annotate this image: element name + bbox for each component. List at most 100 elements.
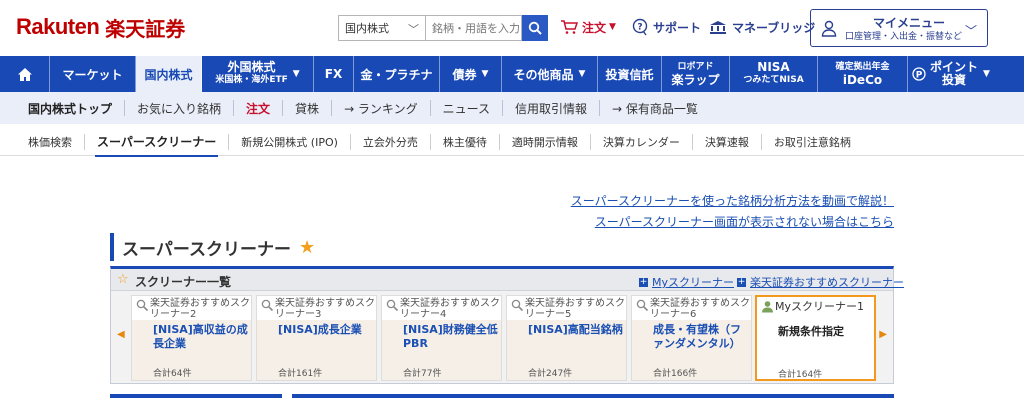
plus-icon: + bbox=[737, 276, 746, 287]
scroll-right-arrow-icon[interactable]: ▶ bbox=[879, 329, 887, 340]
support-link[interactable]: ? サポート bbox=[631, 16, 701, 38]
caret-down-icon: ▼ bbox=[983, 69, 990, 79]
search-category-select[interactable]: 国内株式 ﹀ bbox=[338, 15, 426, 41]
card-subtitle: 楽天証券おすすめスクリーナー2 bbox=[150, 298, 250, 320]
panel-title: スクリーナー一覧 bbox=[135, 275, 232, 289]
svg-text:?: ? bbox=[637, 23, 642, 33]
nav-gold-platinum[interactable]: 金・プラチナ bbox=[354, 56, 440, 92]
my-menu-subtitle: 口座管理・入出金・振替など bbox=[845, 32, 963, 42]
nav-fx-label: FX bbox=[324, 67, 343, 81]
nav-nisa-label: NISA bbox=[757, 60, 790, 74]
caret-down-icon: ▼ bbox=[609, 22, 616, 32]
screener-card[interactable]: 楽天証券おすすめスクリーナー3 [NISA]成長企業 合計161件 bbox=[256, 295, 377, 381]
subnav-margin-info[interactable]: 信用取引情報 bbox=[503, 100, 600, 116]
nav-other-products[interactable]: その他商品 ▼ bbox=[502, 56, 598, 92]
nav-robo-label: 楽ラップ bbox=[671, 73, 720, 87]
scroll-left-arrow-icon[interactable]: ◀ bbox=[117, 329, 125, 340]
support-icon: ? bbox=[631, 18, 649, 36]
magnifier-icon bbox=[511, 299, 524, 312]
rakuten-logo[interactable]: Rakuten 楽天証券 bbox=[16, 12, 185, 42]
nav-market[interactable]: マーケット bbox=[50, 56, 136, 92]
my-screener-link-label: Myスクリーナー bbox=[652, 276, 735, 289]
card-count: 合計247件 bbox=[528, 369, 573, 379]
svg-text:P: P bbox=[916, 71, 923, 81]
subnav-order[interactable]: 注文 bbox=[234, 100, 284, 116]
subnav-favorites[interactable]: お気に入り銘柄 bbox=[125, 100, 235, 116]
nav-point-sub: 投資 bbox=[942, 73, 967, 87]
subnav-lending[interactable]: 貸株 bbox=[283, 100, 333, 116]
star-outline-icon: ☆ bbox=[117, 272, 129, 287]
my-screener-card[interactable]: Myスクリーナー1 新規条件指定 合計164件 bbox=[755, 295, 876, 381]
card-subtitle: Myスクリーナー1 bbox=[775, 300, 864, 313]
card-count: 合計166件 bbox=[653, 369, 698, 379]
nav-market-label: マーケット bbox=[62, 67, 123, 82]
tab-earnings-calendar[interactable]: 決算カレンダー bbox=[591, 133, 693, 150]
card-subtitle: 楽天証券おすすめスクリーナー3 bbox=[275, 298, 375, 320]
tab-super-screener[interactable]: スーパースクリーナー bbox=[85, 133, 230, 157]
tab-ipo[interactable]: 新規公開株式 (IPO) bbox=[229, 133, 351, 150]
section-divider bbox=[292, 394, 894, 398]
tertiary-nav: 株価検索 スーパースクリーナー 新規公開株式 (IPO) 立会外分売 株主優待 … bbox=[0, 128, 1024, 157]
subnav-news[interactable]: ニュース bbox=[431, 100, 503, 116]
nav-ideco[interactable]: 確定拠出年金 iDeCo bbox=[818, 56, 908, 92]
chevron-down-icon: ﹀ bbox=[408, 23, 419, 36]
card-title: [NISA]財務健全低PBR bbox=[403, 323, 498, 350]
order-link[interactable]: 注文 ▼ bbox=[560, 16, 616, 38]
global-nav: マーケット 国内株式 外国株式 米国株・海外ETF ▼ FX 金・プラチナ 債券 ▼… bbox=[0, 56, 1024, 92]
card-subtitle: 楽天証券おすすめスクリーナー4 bbox=[400, 298, 500, 320]
bank-icon bbox=[708, 19, 728, 35]
nav-home[interactable] bbox=[0, 56, 50, 92]
user-icon bbox=[821, 20, 839, 41]
logo-text-jp: 楽天証券 bbox=[105, 16, 186, 41]
recommended-screener-link[interactable]: + 楽天証券おすすめスクリーナー bbox=[737, 274, 904, 290]
sub-nav: 国内株式トップ お気に入り銘柄 注文 貸株 → ランキング ニュース 信用取引情… bbox=[0, 92, 1024, 124]
nav-foreign-stocks-sub: 米国株・海外ETF bbox=[215, 75, 288, 85]
tab-off-auction[interactable]: 立会外分売 bbox=[351, 133, 431, 150]
display-help-link[interactable]: スーパースクリーナー画面が表示されない場合はこちら bbox=[595, 213, 894, 230]
cart-icon bbox=[560, 19, 578, 35]
screener-card[interactable]: 楽天証券おすすめスクリーナー5 [NISA]高配当銘柄 合計247件 bbox=[506, 295, 627, 381]
screener-card[interactable]: 楽天証券おすすめスクリーナー6 成長・有望株（ファンダメンタル） 合計166件 bbox=[631, 295, 752, 381]
nav-bonds-label: 債券 bbox=[452, 67, 477, 82]
my-screener-link[interactable]: + Myスクリーナー bbox=[639, 274, 734, 290]
video-guide-link[interactable]: スーパースクリーナーを使った銘柄分析方法を動画で解説！ bbox=[571, 192, 894, 209]
screener-card[interactable]: 楽天証券おすすめスクリーナー4 [NISA]財務健全低PBR 合計77件 bbox=[381, 295, 502, 381]
nav-point-investment[interactable]: P ポイント 投資 ▼ bbox=[908, 56, 994, 92]
nav-foreign-stocks[interactable]: 外国株式 米国株・海外ETF ▼ bbox=[202, 56, 314, 92]
nav-nisa[interactable]: NISA つみたてNISA bbox=[730, 56, 818, 92]
screener-list-panel: ☆ スクリーナー一覧 + Myスクリーナー + 楽天証券おすすめスクリーナー ◀… bbox=[110, 266, 904, 384]
nav-mutual-funds[interactable]: 投資信託 bbox=[598, 56, 662, 92]
magnifier-icon bbox=[636, 299, 649, 312]
star-icon[interactable]: ★ bbox=[299, 237, 315, 258]
nav-fx[interactable]: FX bbox=[314, 56, 354, 92]
nav-mutual-funds-label: 投資信託 bbox=[605, 67, 654, 82]
nav-robo-advisor[interactable]: ロボアド 楽ラップ bbox=[662, 56, 730, 92]
my-menu-button[interactable]: マイメニュー 口座管理・入出金・振替など ﹀ bbox=[810, 9, 988, 47]
nav-nisa-sub: つみたてNISA bbox=[743, 75, 804, 85]
tab-shareholder-benefits[interactable]: 株主優待 bbox=[431, 133, 500, 150]
card-title: [NISA]高配当銘柄 bbox=[528, 323, 623, 336]
moneybridge-link[interactable]: マネーブリッジ bbox=[708, 16, 815, 38]
plus-icon: + bbox=[639, 276, 648, 287]
tab-stock-search[interactable]: 株価検索 bbox=[0, 133, 85, 150]
nav-domestic-stocks-label: 国内株式 bbox=[144, 67, 193, 82]
top-header: Rakuten 楽天証券 国内株式 ﹀ 注文 ▼ ? サポート マネーブリッジ bbox=[0, 0, 1024, 56]
magnifier-icon bbox=[386, 299, 399, 312]
screener-card[interactable]: 楽天証券おすすめスクリーナー2 [NISA]高収益の成長企業 合計64件 bbox=[131, 295, 252, 381]
subnav-holdings[interactable]: → 保有商品一覧 bbox=[600, 100, 710, 116]
page-title: スーパースクリーナー ★ bbox=[110, 233, 315, 261]
search-input[interactable] bbox=[426, 15, 522, 41]
tab-caution-stocks[interactable]: お取引注意銘柄 bbox=[762, 134, 863, 150]
order-label: 注文 bbox=[582, 20, 607, 35]
tab-earnings-flash[interactable]: 決算速報 bbox=[693, 133, 762, 150]
page-title-text: スーパースクリーナー bbox=[122, 239, 291, 260]
nav-ideco-label: iDeCo bbox=[842, 73, 883, 87]
support-label: サポート bbox=[653, 20, 702, 35]
subnav-ranking[interactable]: → ランキング bbox=[332, 100, 431, 116]
subnav-domestic-top[interactable]: 国内株式トップ bbox=[0, 100, 126, 116]
nav-domestic-stocks[interactable]: 国内株式 bbox=[136, 56, 202, 92]
search-button[interactable] bbox=[522, 15, 548, 41]
nav-other-products-label: その他商品 bbox=[513, 67, 574, 82]
nav-bonds[interactable]: 債券 ▼ bbox=[440, 56, 502, 92]
tab-timely-disclosure[interactable]: 適時開示情報 bbox=[500, 133, 591, 150]
